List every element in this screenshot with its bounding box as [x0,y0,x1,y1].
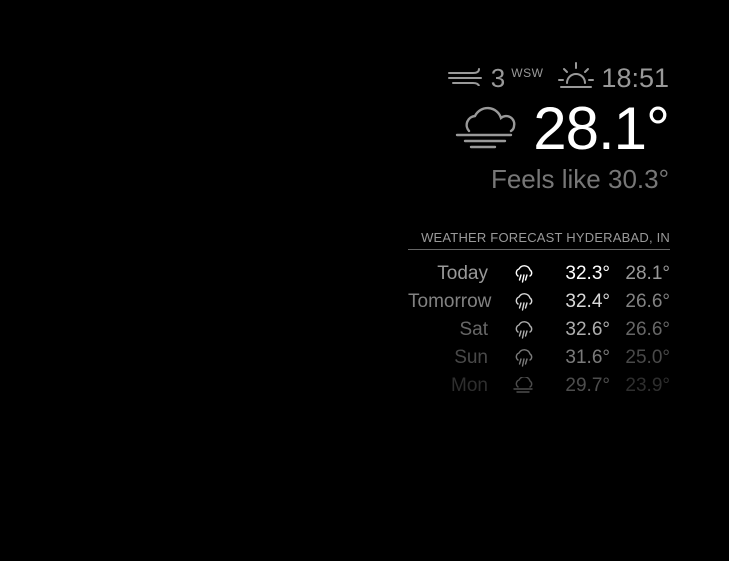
forecast-header: WEATHER FORECAST HYDERABAD, IN [408,230,670,250]
rain-cloud-icon [488,265,560,283]
forecast-min-temp: 23.9° [625,375,670,396]
forecast-max-temp: 32.3° [565,263,610,284]
forecast-row: Sat 32.6° 26.6° [408,316,670,344]
forecast-day: Today [437,263,488,284]
cloudy-fog-icon [455,101,519,156]
forecast-min-temp: 28.1° [625,263,670,284]
wind-icon [447,66,485,91]
forecast-min-temp: 25.0° [625,347,670,368]
forecast-row: Mon 29.7° 23.9° [408,372,670,400]
cloudy-fog-icon [488,377,560,395]
forecast-row: Tomorrow 32.4° 26.6° [408,288,670,316]
forecast-max-temp: 32.4° [565,291,610,312]
current-temperature: 28.1° [533,94,670,162]
rain-cloud-icon [488,293,560,311]
current-weather-panel: 3 WSW 18:51 28.1° Feels like 30.3° [409,57,670,195]
forecast-max-temp: 29.7° [565,375,610,396]
forecast-max-temp: 32.6° [565,319,610,340]
forecast-table: Today 32.3° 28.1° Tomorrow 32.4° 26.6° S… [408,260,670,400]
wind-speed: 3 [490,62,506,93]
sunset-time: 18:51 [601,62,669,93]
forecast-day: Sun [454,347,488,368]
forecast-row: Today 32.3° 28.1° [408,260,670,288]
forecast-row: Sun 31.6° 25.0° [408,344,670,372]
forecast-day: Sat [459,319,488,340]
forecast-min-temp: 26.6° [625,291,670,312]
forecast-day: Mon [451,375,488,396]
forecast-day: Tomorrow [408,291,492,312]
forecast-panel: WEATHER FORECAST HYDERABAD, IN Today 32.… [408,230,670,400]
sunset-icon [557,59,595,98]
rain-cloud-icon [488,349,560,367]
feels-like-text: Feels like 30.3° [490,164,669,194]
temperature-row: 28.1° [409,94,670,162]
forecast-max-temp: 31.6° [565,347,610,368]
forecast-min-temp: 26.6° [625,319,670,340]
wind-direction: WSW [511,66,544,80]
rain-cloud-icon [488,321,560,339]
